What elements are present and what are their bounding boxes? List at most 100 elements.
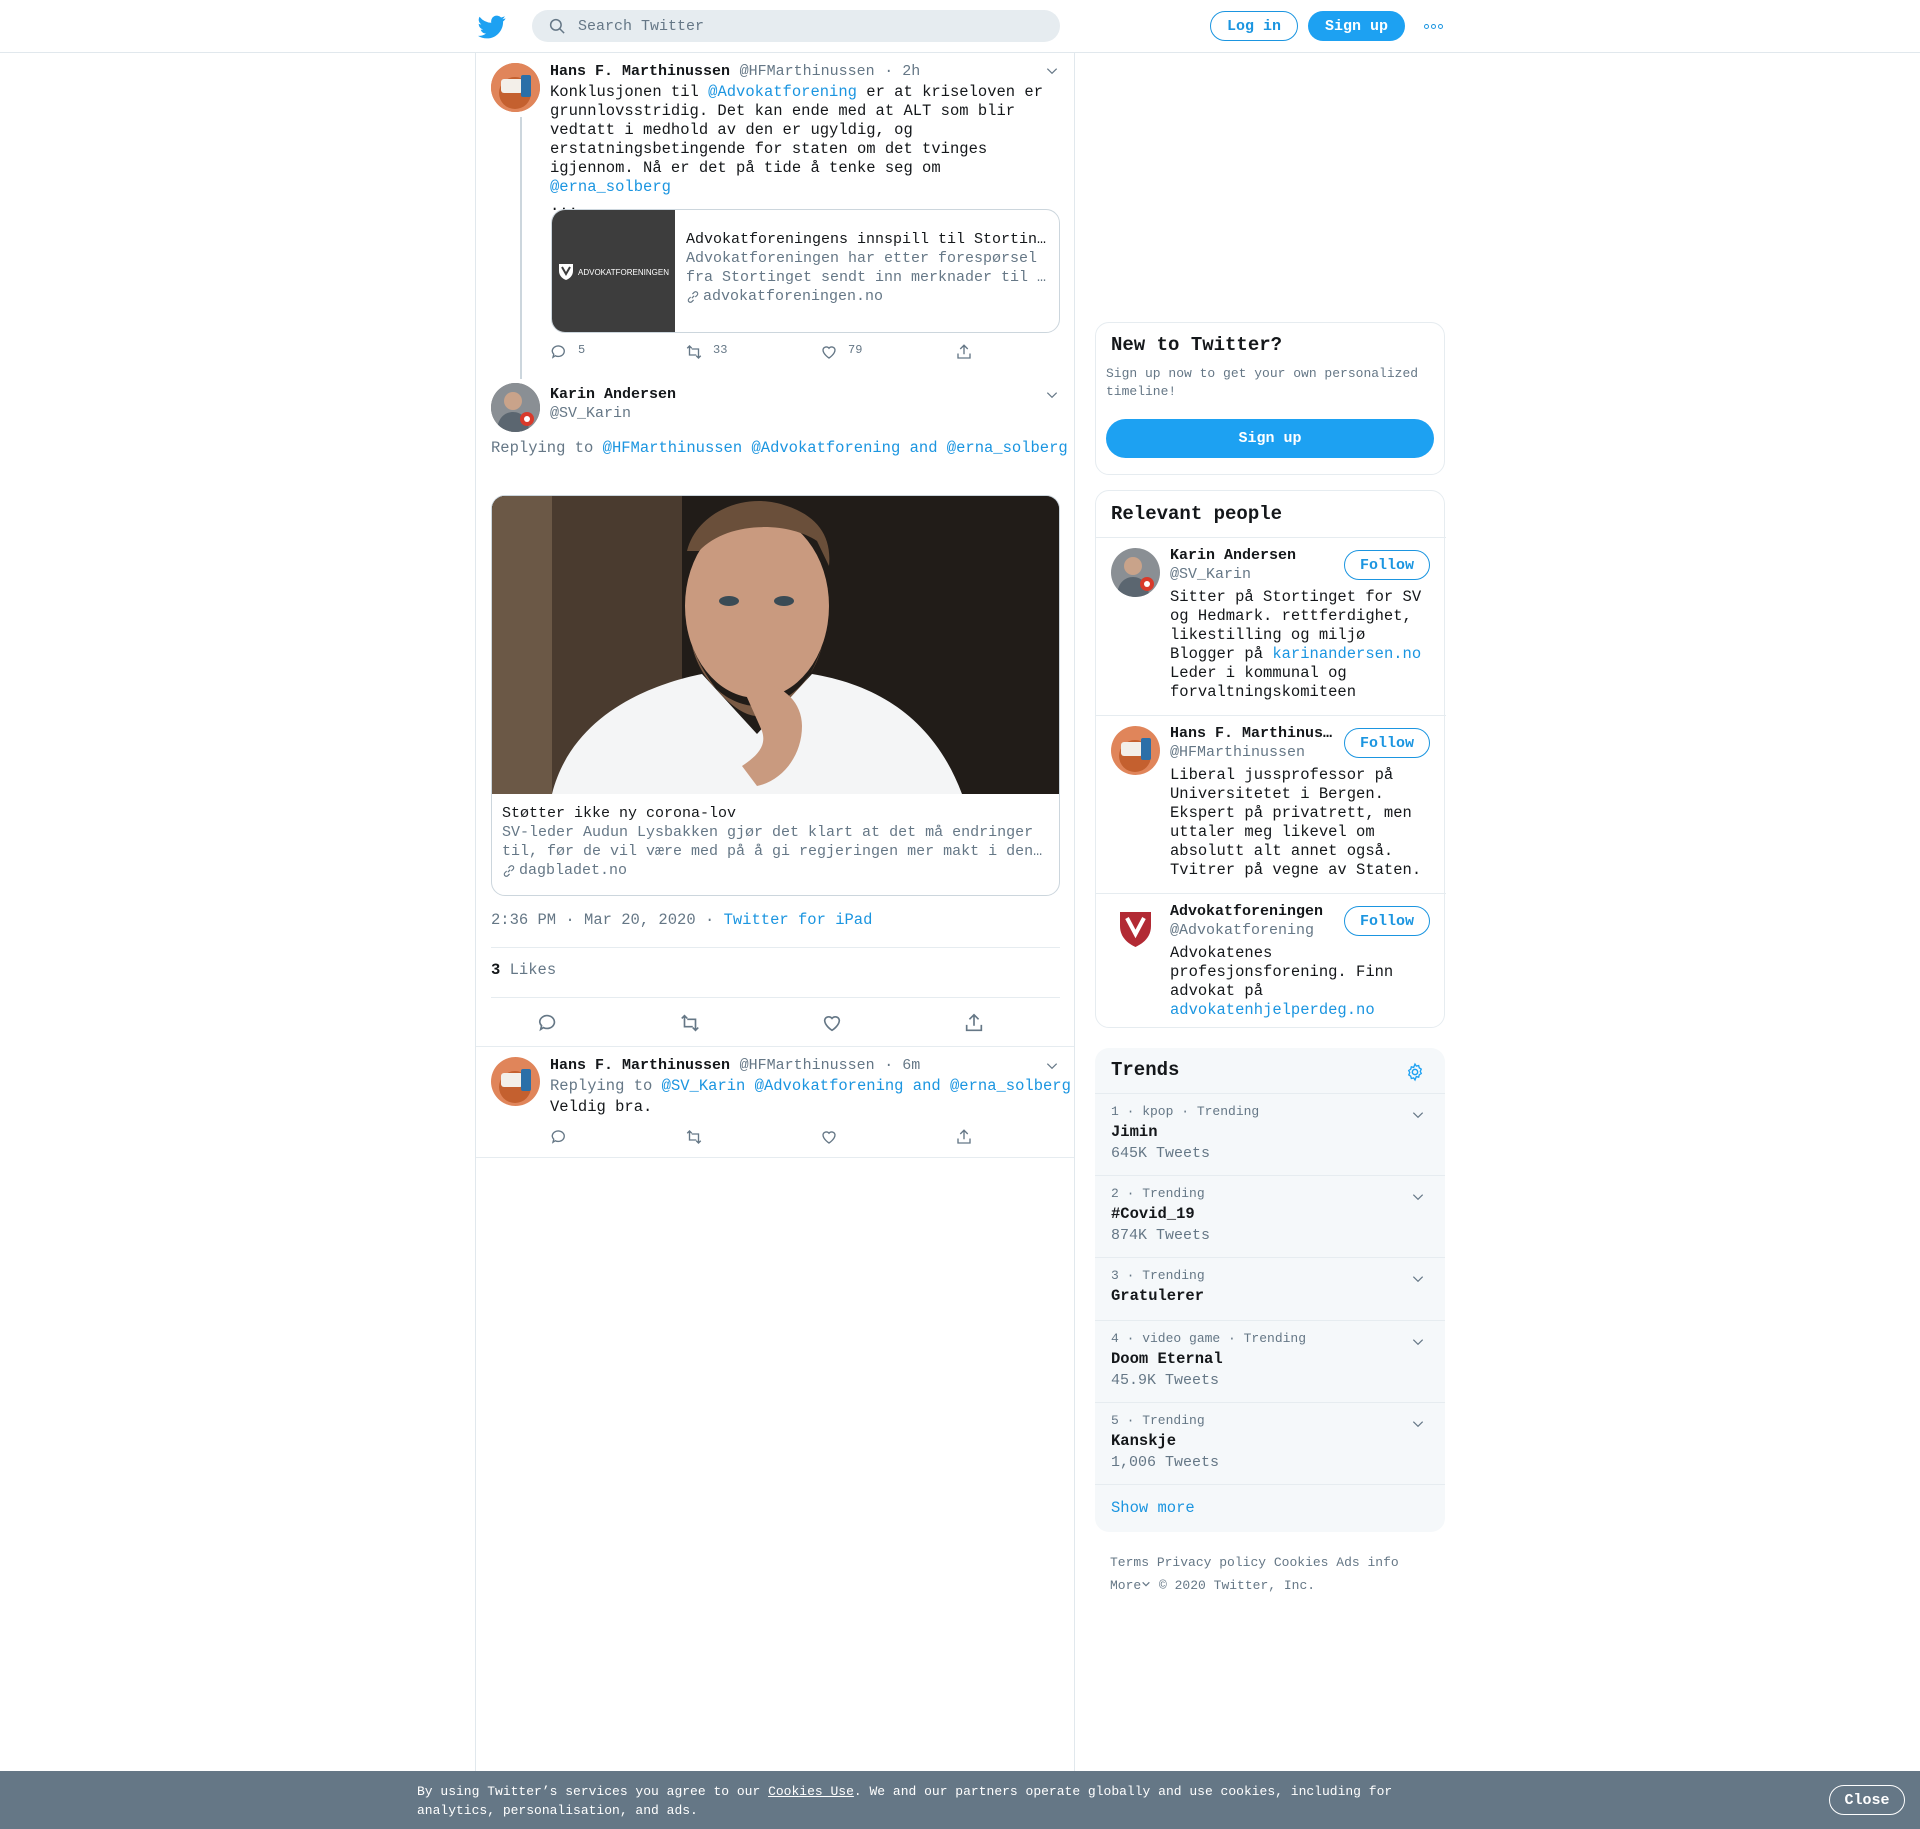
chevron-down-icon[interactable] xyxy=(1045,388,1059,402)
footer-ads-link[interactable]: Ads info xyxy=(1336,1555,1398,1570)
trend-item[interactable]: 3 · Trending Gratulerer xyxy=(1095,1257,1445,1320)
link-icon xyxy=(503,864,515,877)
cookie-close-button[interactable]: Close xyxy=(1829,1785,1905,1815)
tweet-text: Konklusjonen til @Advokatforening er at … xyxy=(550,83,1043,215)
bio-link[interactable]: advokatenhjelperdeg.no xyxy=(1170,1001,1375,1019)
person-name[interactable]: Hans F. Marthinus… xyxy=(1170,724,1335,743)
reply-count: 5 xyxy=(578,343,586,357)
reply-icon xyxy=(551,1130,565,1144)
trend-meta: 1 · kpop · Trending xyxy=(1111,1104,1260,1119)
bio-link[interactable]: karinandersen.no xyxy=(1272,645,1421,663)
avatar-hfmarthinussen[interactable] xyxy=(1111,726,1160,775)
avatar-sv-karin[interactable] xyxy=(1111,548,1160,597)
share-button[interactable] xyxy=(955,343,1090,361)
author-handle[interactable]: @SV_Karin xyxy=(550,404,676,423)
top-bar: Log in Sign up xyxy=(0,0,1920,53)
trend-meta: 2 · Trending xyxy=(1111,1186,1205,1201)
mention-link[interactable]: @Advokatforening xyxy=(708,83,857,101)
person-bio: Liberal jussprofessor på Universitetet i… xyxy=(1170,766,1422,879)
chevron-down-icon[interactable] xyxy=(1045,64,1059,78)
chevron-down-icon[interactable] xyxy=(1411,1272,1425,1286)
show-more-link[interactable]: Show more xyxy=(1095,1484,1445,1532)
tweet-source-link[interactable]: Twitter for iPad xyxy=(724,911,873,929)
trend-meta: 5 · Trending xyxy=(1111,1413,1205,1428)
avatar-hfmarthinussen[interactable] xyxy=(491,1057,540,1106)
footer-privacy-link[interactable]: Privacy policy xyxy=(1157,1555,1266,1570)
author-name[interactable]: Karin Andersen xyxy=(550,385,676,404)
twitter-logo-icon[interactable] xyxy=(478,13,506,41)
person-handle[interactable]: @Advokatforening xyxy=(1170,921,1323,940)
avatar-advokatforeningen[interactable] xyxy=(1111,904,1160,953)
like-button[interactable] xyxy=(820,1128,955,1146)
search-input[interactable] xyxy=(578,17,1038,35)
chevron-down-icon[interactable] xyxy=(1411,1417,1425,1431)
avatar-hfmarthinussen[interactable] xyxy=(491,63,540,112)
trend-item[interactable]: 2 · Trending #Covid_19 874K Tweets xyxy=(1095,1175,1445,1257)
trend-item[interactable]: 5 · Trending Kanskje 1,006 Tweets xyxy=(1095,1402,1445,1484)
author-handle[interactable]: @HFMarthinussen xyxy=(740,63,875,80)
footer-cookies-link[interactable]: Cookies xyxy=(1274,1555,1329,1570)
likes-stat[interactable]: 3 Likes xyxy=(491,961,556,979)
author-handle[interactable]: @HFMarthinussen xyxy=(740,1057,875,1074)
relevant-people-box: Relevant people Karin Andersen @SV_Karin… xyxy=(1095,490,1446,1028)
like-button[interactable]: 79 xyxy=(820,343,955,361)
login-button[interactable]: Log in xyxy=(1210,11,1298,41)
retweet-button[interactable] xyxy=(679,1012,821,1034)
share-button[interactable] xyxy=(955,1128,1090,1146)
more-options-icon[interactable] xyxy=(1424,19,1444,33)
trend-name: Jimin xyxy=(1111,1123,1158,1141)
new-to-twitter-box: New to Twitter? Sign up now to get your … xyxy=(1095,322,1445,475)
link-card-advokatforeningen[interactable]: ADVOKATFORENINGEN Advokatforeningens inn… xyxy=(551,209,1060,333)
trend-item[interactable]: 4 · video game · Trending Doom Eternal 4… xyxy=(1095,1320,1445,1402)
signup-button[interactable]: Sign up xyxy=(1308,11,1405,41)
cookies-use-link[interactable]: Cookies Use xyxy=(768,1784,854,1799)
chevron-down-icon[interactable] xyxy=(1411,1190,1425,1204)
sidebar-signup-button[interactable]: Sign up xyxy=(1106,419,1434,458)
divider xyxy=(491,947,1060,948)
person-karin-andersen[interactable]: Karin Andersen @SV_Karin Follow Sitter p… xyxy=(1096,537,1446,715)
author-name[interactable]: Hans F. Marthinussen xyxy=(550,1057,730,1074)
cookie-text: By using Twitter’s services you agree to… xyxy=(417,1784,1393,1818)
person-advokatforeningen[interactable]: Advokatforeningen @Advokatforening Follo… xyxy=(1096,893,1446,1027)
thread-line xyxy=(520,117,522,379)
share-button[interactable] xyxy=(963,1012,1023,1034)
footer-terms-link[interactable]: Terms xyxy=(1110,1555,1149,1570)
chevron-down-icon[interactable] xyxy=(1045,1059,1059,1073)
avatar-sv-karin[interactable] xyxy=(491,383,540,432)
search-bar[interactable] xyxy=(532,10,1060,42)
person-handle[interactable]: @SV_Karin xyxy=(1170,565,1296,584)
person-hans-marthinussen[interactable]: Hans F. Marthinus… @HFMarthinussen Follo… xyxy=(1096,715,1446,893)
replying-to-links[interactable]: @HFMarthinussen @Advokatforening and @er… xyxy=(603,439,1068,457)
like-button[interactable] xyxy=(821,1012,963,1034)
author-name[interactable]: Hans F. Marthinussen xyxy=(550,63,730,80)
chevron-down-icon[interactable] xyxy=(1411,1335,1425,1349)
tweet-time[interactable]: · 2h xyxy=(884,63,920,80)
card-image xyxy=(492,496,1059,794)
trend-item[interactable]: 1 · kpop · Trending Jimin 645K Tweets xyxy=(1095,1093,1445,1175)
reply-button[interactable]: 5 xyxy=(550,343,685,361)
tweet-time[interactable]: · 6m xyxy=(884,1057,920,1074)
mention-link[interactable]: @erna_solberg xyxy=(550,178,671,196)
reply-button[interactable] xyxy=(550,1128,685,1146)
person-name[interactable]: Advokatforeningen xyxy=(1170,902,1323,921)
replying-to-links[interactable]: @SV_Karin @Advokatforening and @erna_sol… xyxy=(662,1077,1071,1095)
trend-count: 45.9K Tweets xyxy=(1111,1372,1220,1389)
retweet-button[interactable]: 33 xyxy=(685,343,820,361)
divider xyxy=(476,1046,1074,1047)
chevron-down-icon[interactable] xyxy=(1411,1108,1425,1122)
link-card-dagbladet[interactable]: Støtter ikke ny corona-lov SV-leder Audu… xyxy=(491,495,1060,896)
follow-button-hfmarthinussen[interactable]: Follow xyxy=(1344,728,1430,758)
tweet-timestamp[interactable]: 2:36 PM · Mar 20, 2020 xyxy=(491,911,696,929)
reply-icon xyxy=(551,345,565,359)
card-thumbnail: ADVOKATFORENINGEN xyxy=(552,210,675,332)
person-name[interactable]: Karin Andersen xyxy=(1170,546,1296,565)
card-description: SV-leder Audun Lysbakken gjør det klart … xyxy=(502,824,1043,860)
reply-button[interactable] xyxy=(537,1012,679,1034)
retweet-button[interactable] xyxy=(685,1128,820,1146)
settings-gear-icon[interactable] xyxy=(1405,1062,1425,1082)
footer-more-button[interactable]: More xyxy=(1110,1578,1151,1593)
follow-button-sv-karin[interactable]: Follow xyxy=(1344,550,1430,580)
person-handle[interactable]: @HFMarthinussen xyxy=(1170,743,1335,762)
follow-button-advokatforening[interactable]: Follow xyxy=(1344,906,1430,936)
tweet-text: Veldig bra. xyxy=(550,1098,653,1116)
